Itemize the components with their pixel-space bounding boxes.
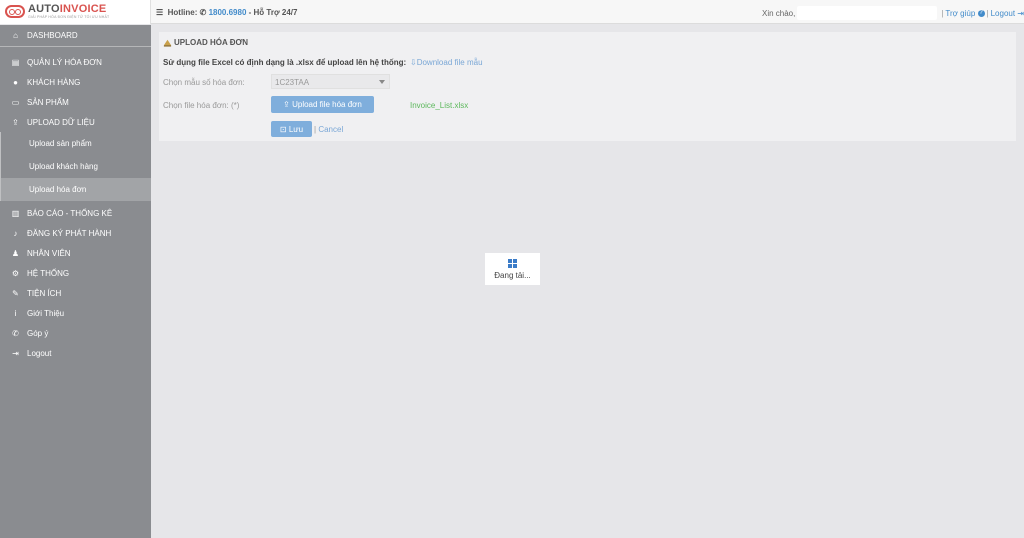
hotline-number[interactable]: 1800.6980	[209, 8, 247, 17]
gears-icon: ⚙	[11, 268, 20, 278]
question-icon: ?	[977, 9, 985, 17]
upload-description: Sử dụng file Excel có định dạng là .xlsx…	[163, 58, 407, 67]
sidebar-subitem-upload-customers[interactable]: Upload khách hàng	[0, 155, 151, 178]
sidebar-item-reports[interactable]: ▥ BÁO CÁO - THỐNG KÊ	[0, 203, 151, 223]
sidebar-item-registration[interactable]: ♪ ĐĂNG KÝ PHÁT HÀNH	[0, 223, 151, 243]
home-icon: ⌂	[13, 31, 18, 40]
cancel-link[interactable]: | Cancel	[314, 125, 343, 134]
brand-name: AUTOINVOICE	[28, 3, 107, 15]
lock-icon: ⊡	[279, 124, 289, 134]
loading-overlay: Đang tải...	[485, 253, 540, 285]
panel-title: UPLOAD HÓA ĐƠN	[163, 38, 248, 47]
help-link[interactable]: Trợ giúp ?	[945, 9, 985, 18]
chart-icon: ▥	[11, 208, 20, 218]
upload-file-button[interactable]: ⇪ Upload file hóa đơn	[271, 96, 374, 113]
info-icon: i	[14, 308, 17, 318]
user-area: Xin chào, | Trợ giúp ? | Logout ⇥	[762, 6, 1024, 20]
logout-link[interactable]: Logout ⇥	[991, 9, 1024, 18]
bell-icon: ♪	[13, 228, 18, 238]
template-select[interactable]: 1C23TAA	[271, 74, 390, 89]
file-label: Chọn file hóa đơn: (*)	[163, 101, 240, 110]
sign-out-icon: ⇥	[12, 348, 19, 358]
download-icon: ⇩	[410, 58, 417, 67]
sidebar-item-utilities[interactable]: ✎ TIỆN ÍCH	[0, 283, 151, 303]
menu-icon[interactable]: ☰	[156, 8, 163, 17]
top-bar: AUTOINVOICE GIẢI PHÁP HÓA ĐƠN ĐIỆN TỬ TỐ…	[0, 0, 1024, 24]
phone-icon: ✆	[12, 328, 19, 338]
logo-icon	[5, 5, 25, 18]
users-icon: ♟	[11, 248, 20, 258]
sidebar-item-products[interactable]: ▭ SẢN PHẨM	[0, 92, 151, 112]
folder-icon: ▭	[11, 97, 20, 107]
sidebar-item-about[interactable]: i Giới Thiệu	[0, 303, 151, 323]
sidebar-item-customers[interactable]: ● KHÁCH HÀNG	[0, 72, 151, 92]
sidebar-item-invoices[interactable]: ▤ QUẢN LÝ HÓA ĐƠN	[0, 52, 151, 72]
sidebar-subitem-upload-products[interactable]: Upload sản phẩm	[0, 132, 151, 155]
logo[interactable]: AUTOINVOICE GIẢI PHÁP HÓA ĐƠN ĐIỆN TỬ TỐ…	[0, 0, 151, 24]
sidebar-item-feedback[interactable]: ✆ Góp ý	[0, 323, 151, 343]
phone-icon: ✆	[199, 8, 207, 17]
hat-icon	[163, 39, 172, 47]
user-icon: ●	[13, 77, 18, 87]
sidebar-item-upload[interactable]: ⇪ UPLOAD DỮ LIỆU	[0, 112, 151, 132]
download-template-link[interactable]: ⇩Download file mẫu	[410, 58, 483, 67]
sidebar-subitem-upload-invoices[interactable]: Upload hóa đơn	[0, 178, 151, 201]
save-button[interactable]: ⊡ Lưu	[271, 121, 312, 137]
sidebar-item-logout[interactable]: ⇥ Logout	[0, 343, 151, 363]
greeting: Xin chào,	[761, 8, 796, 18]
wrench-icon: ✎	[12, 288, 19, 298]
hotline: ☰ Hotline: ✆ 1800.6980 - Hỗ Trợ 24/7	[156, 8, 298, 17]
template-label: Chọn mẫu số hóa đơn:	[163, 78, 245, 87]
username-box	[797, 6, 938, 20]
brand-tagline: GIẢI PHÁP HÓA ĐƠN ĐIỆN TỬ TỐI ƯU NHẤT	[28, 15, 110, 19]
sidebar-item-dashboard[interactable]: ⌂ DASHBOARD	[0, 25, 151, 47]
chevron-down-icon	[379, 80, 385, 84]
spinner-icon	[508, 258, 517, 268]
sign-out-icon: ⇥	[1017, 8, 1024, 18]
upload-icon: ⇪	[283, 100, 293, 109]
sidebar-item-system[interactable]: ⚙ HỆ THỐNG	[0, 263, 151, 283]
file-icon: ▤	[11, 57, 20, 67]
sidebar-item-staff[interactable]: ♟ NHÂN VIÊN	[0, 243, 151, 263]
upload-icon: ⇪	[12, 117, 19, 127]
loading-text: Đang tải...	[494, 270, 531, 280]
selected-file-name: Invoice_List.xlsx	[410, 101, 469, 110]
sidebar: ⌂ DASHBOARD ▤ QUẢN LÝ HÓA ĐƠN ● KHÁCH HÀNG …	[0, 25, 151, 538]
